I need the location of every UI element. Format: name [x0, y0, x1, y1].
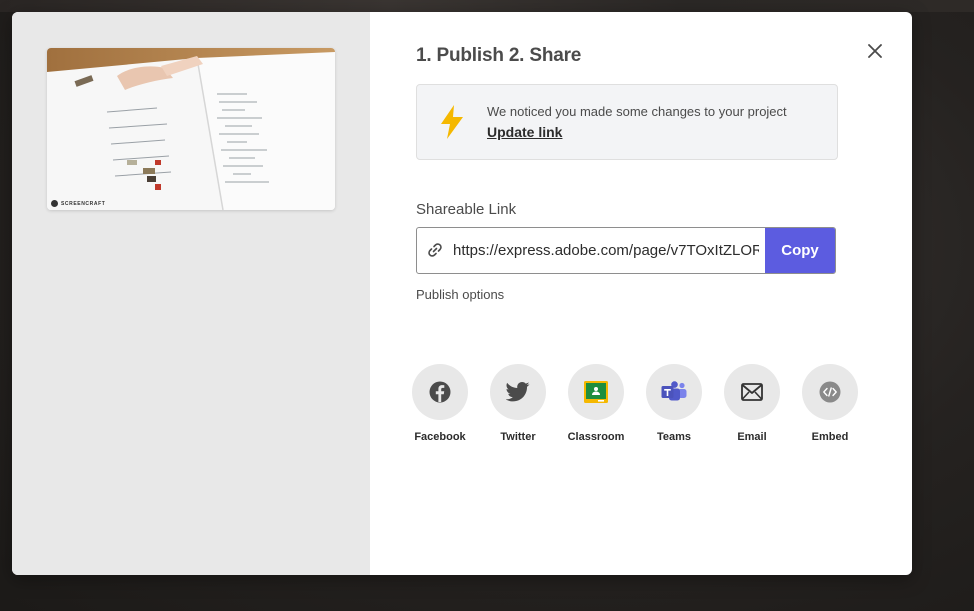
email-icon [741, 383, 763, 401]
lightning-bolt-icon [441, 105, 463, 139]
share-label: Facebook [414, 431, 466, 443]
share-twitter-button[interactable]: Twitter [490, 364, 546, 443]
preview-panel: SCREENCRAFT [12, 12, 370, 575]
facebook-icon [429, 381, 451, 403]
embed-icon [819, 381, 841, 403]
update-link[interactable]: Update link [487, 124, 562, 140]
changes-notice: We noticed you made some changes to your… [416, 84, 838, 160]
microsoft-teams-icon [661, 381, 687, 401]
notice-message: We noticed you made some changes to your… [487, 104, 787, 119]
shareable-link-label: Shareable Link [416, 201, 517, 218]
project-thumbnail: SCREENCRAFT [47, 48, 335, 210]
share-email-button[interactable]: Email [724, 364, 780, 443]
thumbnail-watermark: SCREENCRAFT [51, 200, 105, 207]
share-label: Embed [811, 431, 849, 443]
share-label: Classroom [567, 431, 625, 443]
publish-options-link[interactable]: Publish options [416, 287, 504, 302]
share-embed-button[interactable]: Embed [802, 364, 858, 443]
share-label: Email [737, 431, 767, 443]
share-targets: Facebook Twitter Classroom Teams Email E… [412, 364, 858, 443]
twitter-icon [506, 382, 530, 402]
share-facebook-button[interactable]: Facebook [412, 364, 468, 443]
dialog-title: 1. Publish 2. Share [416, 45, 582, 66]
link-icon [428, 243, 442, 257]
share-teams-button[interactable]: Teams [646, 364, 702, 443]
share-panel: 1. Publish 2. Share We noticed you made … [370, 12, 912, 575]
share-classroom-button[interactable]: Classroom [568, 364, 624, 443]
google-classroom-icon [584, 381, 608, 403]
share-dialog: SCREENCRAFT 1. Publish 2. Share We notic… [12, 12, 912, 575]
shareable-link-field: Copy [416, 227, 836, 274]
close-icon [868, 44, 882, 58]
share-label: Teams [656, 431, 692, 443]
share-label: Twitter [500, 431, 536, 443]
screencraft-logo-icon [51, 200, 58, 207]
shareable-link-input[interactable] [453, 228, 759, 273]
page-backdrop [0, 0, 974, 12]
copy-button[interactable]: Copy [765, 228, 835, 273]
close-button[interactable] [862, 38, 888, 64]
